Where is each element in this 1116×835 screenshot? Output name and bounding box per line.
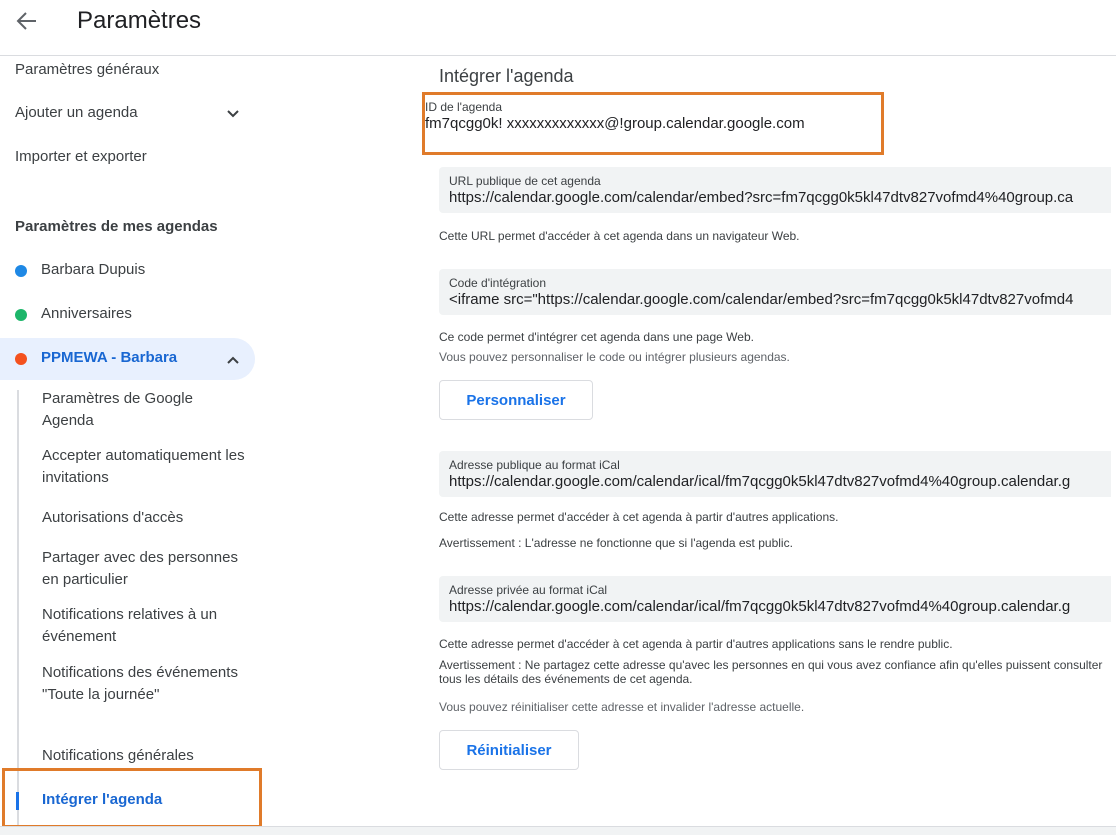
sidebar-calendar-barbara-dupuis[interactable]: Barbara Dupuis (0, 250, 255, 292)
calendar-color-dot (15, 353, 27, 365)
highlight-box-sidebar (2, 768, 262, 828)
section-title: Intégrer l'agenda (439, 66, 574, 86)
ical-private-reset-note: Vous pouvez réinitialiser cette adresse … (439, 700, 805, 714)
settings-header: Paramètres (0, 0, 1116, 56)
ical-private-warning: Avertissement : Ne partagez cette adress… (439, 658, 1103, 686)
subsection-tree-line (17, 390, 19, 830)
sidebar-item-add-calendar[interactable]: Ajouter un agenda (15, 103, 138, 123)
sidebar-section-my-calendars: Paramètres de mes agendas (15, 218, 218, 235)
public-url-field[interactable]: URL publique de cet agenda https://calen… (439, 167, 1111, 213)
highlight-box-calendar-id (422, 92, 884, 155)
sidebar-sub-share-with-people[interactable]: Partager avec des personnes en particuli… (42, 547, 247, 591)
arrow-left-icon[interactable] (14, 6, 40, 36)
embed-code-value[interactable]: <iframe src="https://calendar.google.com… (449, 291, 1073, 308)
chevron-down-icon[interactable] (226, 109, 240, 119)
embed-code-field[interactable]: Code d'intégration <iframe src="https://… (439, 269, 1111, 315)
sidebar-item-general-settings[interactable]: Paramètres généraux (15, 60, 159, 80)
ical-private-value[interactable]: https://calendar.google.com/calendar/ica… (449, 598, 1070, 615)
embed-code-label: Code d'intégration (449, 276, 547, 290)
calendar-color-dot (15, 309, 27, 321)
customize-button[interactable]: Personnaliser (439, 380, 593, 420)
sidebar-item-import-export[interactable]: Importer et exporter (15, 147, 147, 167)
sidebar-sub-google-calendar-settings[interactable]: Paramètres de Google Agenda (42, 388, 247, 432)
ical-public-label: Adresse publique au format iCal (449, 458, 620, 472)
ical-public-note: Cette adresse permet d'accéder à cet age… (439, 510, 839, 524)
embed-code-customize-note: Vous pouvez personnaliser le code ou int… (439, 350, 790, 364)
sidebar-calendar-anniversaires[interactable]: Anniversaires (0, 294, 255, 336)
chevron-up-icon[interactable] (226, 355, 240, 365)
sidebar-sub-event-notifications[interactable]: Notifications relatives à un événement (42, 604, 247, 648)
embed-code-note: Ce code permet d'intégrer cet agenda dan… (439, 330, 754, 344)
page-title: Paramètres (77, 7, 202, 34)
ical-private-label: Adresse privée au format iCal (449, 583, 608, 597)
sidebar-sub-access-permissions[interactable]: Autorisations d'accès (42, 507, 247, 529)
calendar-name: Anniversaires (41, 305, 132, 322)
sidebar-sub-general-notifications[interactable]: Notifications générales (42, 745, 247, 767)
calendar-name: PPMEWA - Barbara (41, 349, 178, 366)
ical-public-field[interactable]: Adresse publique au format iCal https://… (439, 451, 1111, 497)
public-url-label: URL publique de cet agenda (449, 174, 601, 188)
sidebar-sub-all-day-notifications[interactable]: Notifications des événements "Toute la j… (42, 662, 247, 706)
ical-private-note: Cette adresse permet d'accéder à cet age… (439, 637, 953, 651)
calendar-name: Barbara Dupuis (41, 261, 146, 278)
ical-public-value[interactable]: https://calendar.google.com/calendar/ica… (449, 473, 1070, 490)
public-url-value[interactable]: https://calendar.google.com/calendar/emb… (449, 189, 1073, 206)
calendar-color-dot (15, 265, 27, 277)
ical-private-field[interactable]: Adresse privée au format iCal https://ca… (439, 576, 1111, 622)
ical-public-warning: Avertissement : L'adresse ne fonctionne … (439, 536, 793, 550)
public-url-note: Cette URL permet d'accéder à cet agenda … (439, 229, 800, 243)
settings-sidebar: Paramètres généraux Ajouter un agenda Im… (0, 56, 260, 834)
reset-button[interactable]: Réinitialiser (439, 730, 579, 770)
sidebar-calendar-ppmewa-barbara[interactable]: PPMEWA - Barbara (0, 338, 255, 380)
sidebar-sub-auto-accept-invitations[interactable]: Accepter automatiquement les invitations (42, 445, 247, 489)
